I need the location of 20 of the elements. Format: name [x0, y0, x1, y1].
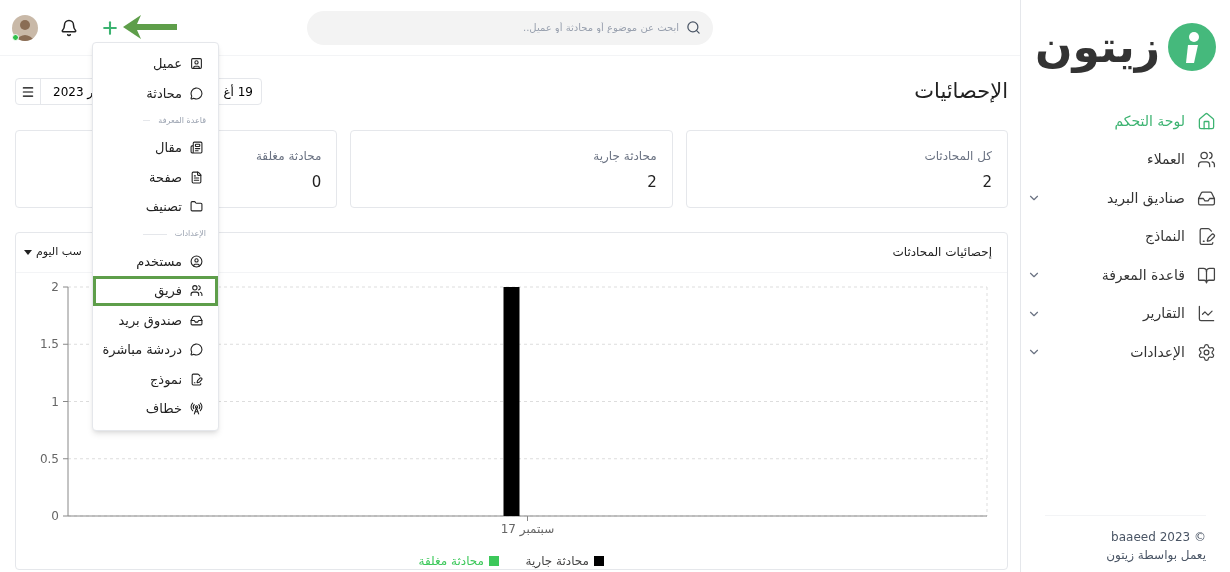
menu-section-label: قاعدة المعرفة [158, 114, 206, 127]
y-tick-label: 0 [51, 508, 59, 523]
x-tick-label: 17 سبتمبر [500, 521, 555, 536]
y-tick-label: 1 [51, 394, 59, 408]
stat-label: محادثة مغلقة [255, 147, 322, 165]
stat-label: محادثة جارية [593, 147, 657, 165]
y-tick-label: 1.5 [39, 336, 59, 351]
date-start-text: 19 أغ [222, 83, 254, 101]
stat-value: 2 [647, 171, 657, 193]
footer-text: © baaeed 2023 [1110, 529, 1206, 546]
y-tick-label: 0.5 [39, 451, 59, 466]
stat-label: كل المحادثات [924, 147, 992, 165]
y-tick-label: 2 [51, 279, 59, 294]
stat-value: 0 [311, 171, 322, 193]
chart-title: إحصائيات المحادثات [892, 244, 992, 261]
date-end-text: ر 2023 [52, 83, 94, 101]
stat-value: 2 [982, 171, 992, 193]
page-title: الإحصائيات [914, 78, 1008, 105]
menu-section-label: الإعدادات [174, 228, 206, 240]
footer-text: يعمل بواسطة زيتون [1105, 547, 1206, 564]
